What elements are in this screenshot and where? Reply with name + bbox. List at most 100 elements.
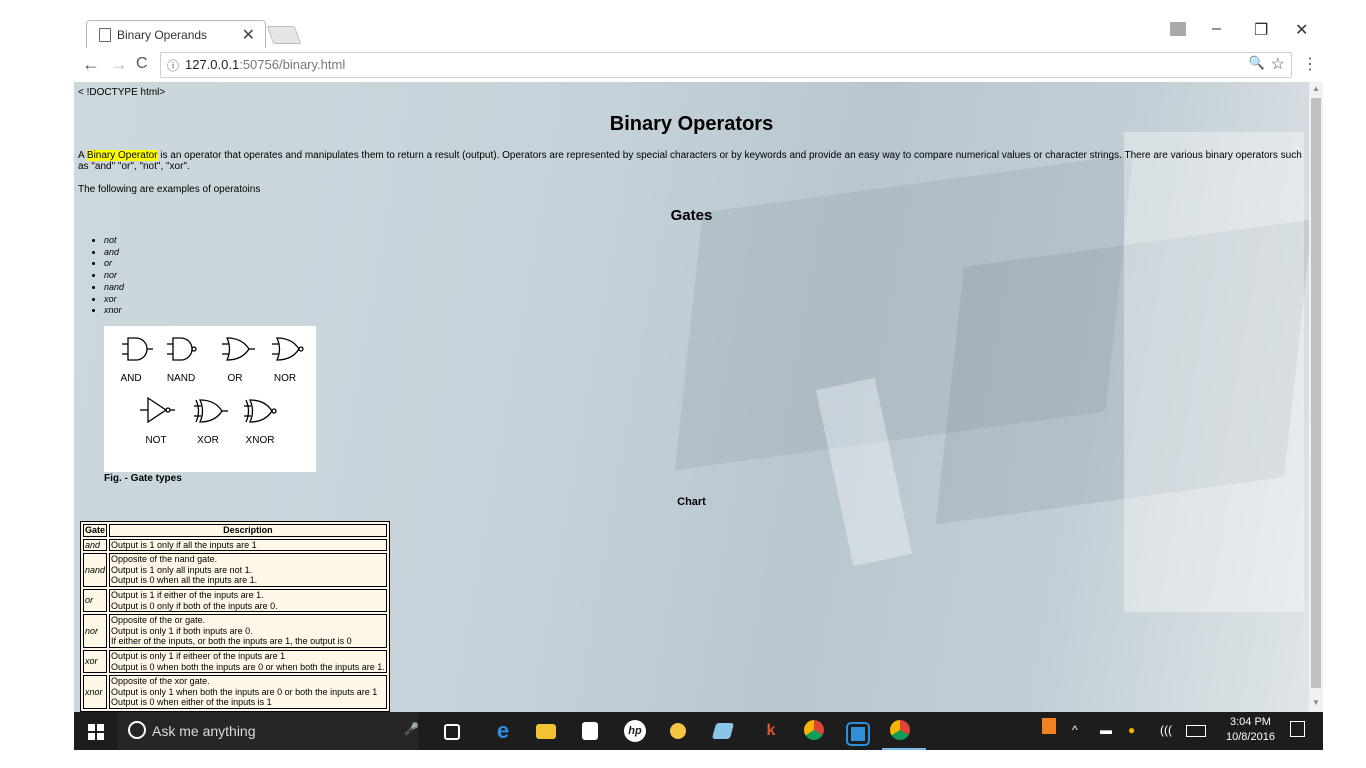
description-cell: Opposite of the nand gate. Output is 1 on… — [109, 553, 387, 587]
cortana-search-box[interactable]: Ask me anything 🎤 — [118, 712, 419, 750]
description-cell: Opposite of the or gate. Output is only 1… — [109, 614, 387, 648]
or-gate-icon — [222, 337, 255, 361]
url-host: 127.0.0.1 — [185, 57, 240, 72]
scroll-down-icon[interactable]: ▼ — [1312, 698, 1320, 707]
table-row: nand Opposite of the nand gate. Output is… — [83, 553, 387, 587]
menu-icon[interactable]: ⋮ — [1302, 54, 1318, 74]
gates-description-table: Gate Description and Output is 1 only if… — [80, 521, 390, 712]
user-profile-icon[interactable] — [1170, 22, 1186, 36]
table-row: xnor Opposite of the xor gate. Output is … — [83, 675, 387, 709]
document-icon — [99, 28, 111, 42]
intro-text: is an operator that operates and manipul… — [78, 150, 1302, 172]
list-item: xor — [104, 294, 124, 306]
xnor-gate-icon — [244, 399, 277, 423]
list-item: xnor — [104, 305, 124, 317]
table-row: nor Opposite of the or gate. Output is on… — [83, 614, 387, 648]
gate-label: NAND — [167, 373, 195, 384]
antivirus-icon[interactable]: ● — [1128, 723, 1135, 737]
doctype-text: < !DOCTYPE html> — [78, 87, 166, 98]
cortana-icon — [128, 721, 146, 739]
list-item: not — [104, 235, 124, 247]
action-center-icon[interactable] — [1290, 721, 1305, 737]
clock-date: 10/8/2016 — [1226, 731, 1275, 743]
nor-gate-icon — [272, 337, 304, 361]
chrome-active-icon[interactable] — [890, 720, 910, 740]
scrollbar-thumb[interactable] — [1311, 98, 1321, 688]
list-item: nor — [104, 270, 124, 282]
highlighted-term: Binary Operator — [86, 150, 158, 161]
page-content: < !DOCTYPE html> Binary Operators A Bina… — [74, 82, 1309, 712]
table-row: or Output is 1 if either of the inputs a… — [83, 588, 387, 613]
intro-prefix: A — [78, 150, 87, 161]
task-view-icon[interactable] — [444, 724, 460, 740]
table-header-row: Gate Description — [83, 524, 387, 537]
background-decoration — [1124, 132, 1304, 612]
back-icon[interactable]: ← — [82, 54, 100, 75]
close-button[interactable]: ✕ — [1295, 20, 1308, 40]
keyboard-icon[interactable] — [1186, 725, 1206, 737]
gate-cell: and — [83, 538, 108, 552]
microphone-icon[interactable]: 🎤 — [404, 722, 419, 736]
browser-tab[interactable]: Binary Operands ✕ — [86, 20, 266, 49]
gate-cell: xor — [83, 649, 108, 674]
browser-toolbar: ← → C ⓘ 127.0.0.1:50756/binary.html 🔍 ☆ … — [74, 48, 1323, 83]
chevron-up-icon[interactable]: ^ — [1072, 723, 1078, 737]
figure-caption: Fig. - Gate types — [104, 473, 182, 484]
search-placeholder: Ask me anything — [152, 723, 256, 739]
gate-cell: nand — [83, 553, 108, 587]
restore-button[interactable]: ❐ — [1254, 20, 1268, 40]
gate-label: XNOR — [246, 435, 275, 446]
tab-close-icon[interactable]: ✕ — [242, 25, 255, 45]
table-row: xor Output is only 1 if eitheer of the i… — [83, 649, 387, 674]
gate-label: AND — [120, 373, 141, 384]
scroll-up-icon[interactable]: ▲ — [1312, 84, 1320, 93]
notification-app-icon[interactable] — [1042, 718, 1056, 734]
gate-cell: nor — [83, 614, 108, 648]
kindle-icon[interactable]: k — [760, 720, 782, 742]
and-gate-icon — [122, 337, 153, 361]
windows-start-icon[interactable] — [88, 724, 104, 740]
gate-label: XOR — [197, 435, 219, 446]
file-explorer-icon[interactable] — [536, 724, 556, 739]
description-cell: Output is 1 if either of the inputs are … — [109, 588, 387, 613]
vertical-scrollbar[interactable]: ▲ ▼ — [1309, 82, 1323, 712]
store-icon[interactable] — [582, 722, 598, 740]
info-icon[interactable]: ⓘ — [167, 57, 179, 74]
wifi-icon[interactable]: ((( — [1160, 723, 1172, 737]
gate-cell: or — [83, 588, 108, 613]
minimize-button[interactable]: – — [1212, 20, 1221, 38]
not-gate-icon — [140, 396, 175, 424]
active-app-indicator — [882, 748, 926, 750]
browser-titlebar: Binary Operands ✕ – ❐ ✕ — [74, 14, 1323, 49]
intro-paragraph: A Binary Operator is an operator that op… — [78, 150, 1303, 172]
list-item: or — [104, 258, 124, 270]
gates-list: not and or nor nand xor xnor — [88, 235, 124, 317]
system-clock[interactable]: 3:04 PM 10/8/2016 — [1226, 715, 1275, 745]
description-cell: Opposite of the xor gate. Output is only … — [109, 675, 387, 709]
chrome-icon[interactable] — [804, 720, 824, 740]
battery-icon[interactable]: ▬ — [1100, 723, 1112, 737]
nand-gate-icon — [167, 337, 197, 361]
gate-types-figure: AND NAND OR NOR NOT XOR XNOR — [104, 326, 316, 472]
forward-icon[interactable]: → — [110, 54, 128, 75]
clock-time: 3:04 PM — [1229, 716, 1271, 728]
bookmark-star-icon[interactable]: ☆ — [1271, 54, 1285, 74]
app-icon[interactable] — [846, 722, 870, 746]
app-icon[interactable] — [670, 723, 686, 739]
url-path: :50756/binary.html — [239, 57, 346, 72]
new-tab-button[interactable] — [266, 26, 302, 44]
hp-icon[interactable]: hp — [624, 720, 646, 742]
windows-taskbar: Ask me anything 🎤 e hp k ^ ▬ ● ((( 3:04 … — [74, 712, 1323, 750]
column-header: Description — [109, 524, 387, 537]
edge-browser-icon[interactable]: e — [492, 720, 514, 742]
zoom-icon[interactable]: 🔍 — [1249, 55, 1265, 71]
list-item: nand — [104, 282, 124, 294]
address-bar[interactable]: ⓘ 127.0.0.1:50756/binary.html 🔍 ☆ — [160, 52, 1292, 78]
app-icon[interactable] — [711, 723, 735, 739]
gate-cell: xnor — [83, 675, 108, 709]
reload-icon[interactable]: C — [136, 55, 148, 73]
description-cell: Output is 1 only if all the inputs are 1 — [109, 538, 387, 552]
gates-heading: Gates — [670, 207, 713, 224]
list-item: and — [104, 247, 124, 259]
page-title: Binary Operators — [609, 113, 774, 135]
